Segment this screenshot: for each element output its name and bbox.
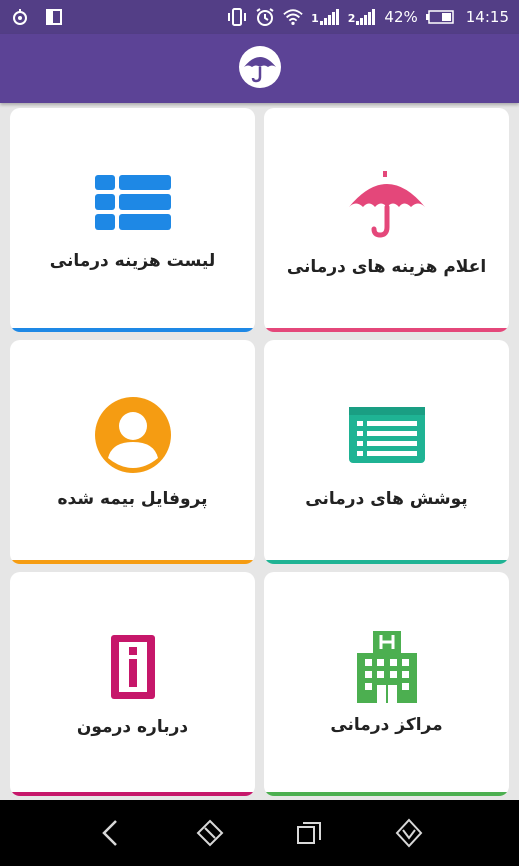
- menu-grid: اعلام هزینه های درمانی لیست هزینه درمانی: [0, 103, 519, 800]
- recents-icon[interactable]: [289, 813, 329, 853]
- menu-card-label: درباره درمون: [76, 717, 189, 737]
- accent-bar: [10, 328, 255, 332]
- accent-bar: [10, 560, 255, 564]
- screen-icon: [44, 7, 64, 27]
- menu-card-coverages[interactable]: پوشش های درمانی: [264, 340, 509, 564]
- back-icon[interactable]: [90, 813, 130, 853]
- umbrella-logo-icon: [238, 45, 282, 93]
- accent-bar: [264, 560, 509, 564]
- sim2-label: 2: [347, 12, 356, 25]
- menu-card-label: لیست هزینه درمانی: [49, 251, 216, 271]
- accent-bar: [264, 328, 509, 332]
- assistant-icon[interactable]: [389, 813, 429, 853]
- wifi-icon: [283, 7, 303, 27]
- menu-card-about[interactable]: درباره درمون: [10, 572, 255, 796]
- accent-bar: [264, 792, 509, 796]
- status-bar: 1 2 42% 14:15: [0, 0, 519, 34]
- menu-card-expense-list[interactable]: لیست هزینه درمانی: [10, 108, 255, 332]
- signal-sim2: 2: [348, 9, 377, 25]
- user-avatar-icon: [93, 395, 173, 475]
- clock: 14:15: [465, 8, 509, 26]
- menu-card-declare-expenses[interactable]: اعلام هزینه های درمانی: [264, 108, 509, 332]
- menu-card-medical-centers[interactable]: مراکز درمانی: [264, 572, 509, 796]
- app-bar: [0, 34, 519, 103]
- umbrella-icon: [347, 163, 427, 243]
- signal-icon: [356, 9, 376, 25]
- home-icon[interactable]: [190, 813, 230, 853]
- menu-card-label: اعلام هزینه های درمانی: [286, 257, 487, 277]
- info-icon: [93, 627, 173, 707]
- hospital-icon: [347, 627, 427, 707]
- battery-percent: 42%: [384, 8, 418, 26]
- system-nav-bar: [0, 800, 519, 866]
- vibrate-icon: [227, 7, 247, 27]
- signal-sim1: 1: [311, 9, 340, 25]
- menu-card-insured-profile[interactable]: پروفایل بیمه شده: [10, 340, 255, 564]
- document-list-icon: [347, 395, 427, 475]
- menu-card-label: مراکز درمانی: [330, 715, 443, 735]
- sim1-label: 1: [311, 12, 319, 25]
- signal-icon: [319, 9, 339, 25]
- list-icon: [93, 163, 173, 243]
- accent-bar: [10, 792, 255, 796]
- menu-card-label: پروفایل بیمه شده: [57, 489, 208, 509]
- menu-card-label: پوشش های درمانی: [305, 489, 468, 509]
- alarm-icon: [255, 7, 275, 27]
- notification-icon: [10, 7, 30, 27]
- battery-icon: [425, 7, 454, 27]
